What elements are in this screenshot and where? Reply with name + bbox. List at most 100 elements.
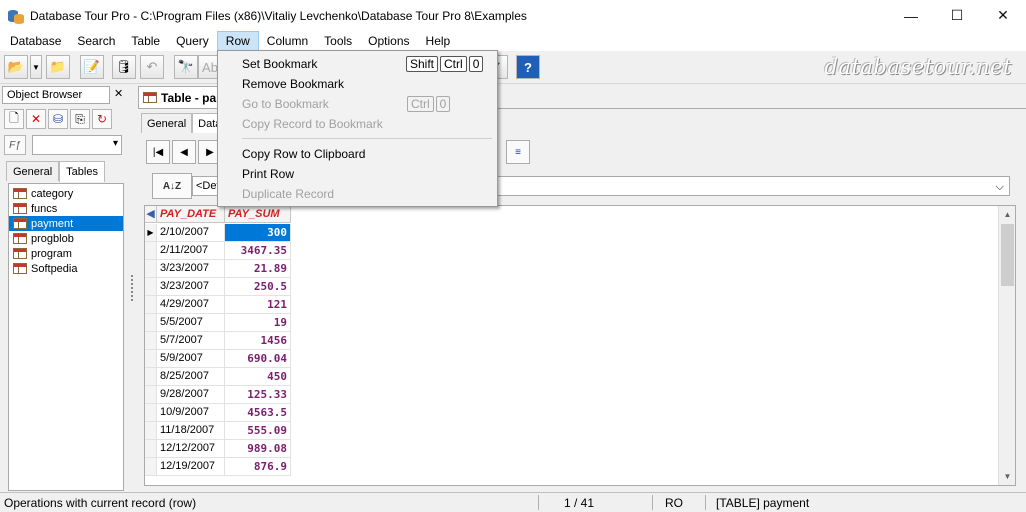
cell-pay-sum[interactable]: 125.33: [225, 386, 291, 404]
table-item-payment[interactable]: payment: [9, 216, 123, 231]
cell-pay-date[interactable]: 3/23/2007: [157, 260, 225, 278]
cell-pay-date[interactable]: 5/7/2007: [157, 332, 225, 350]
data-grid[interactable]: ◀ PAY_DATE PAY_SUM ▶ 2/10/2007 300 2/11/200…: [144, 205, 1016, 486]
delete-icon[interactable]: ✕: [26, 109, 46, 129]
cell-pay-sum[interactable]: 450: [225, 368, 291, 386]
cell-pay-sum[interactable]: 250.5: [225, 278, 291, 296]
scroll-down-icon[interactable]: ▼: [999, 468, 1016, 485]
cell-pay-date[interactable]: 5/9/2007: [157, 350, 225, 368]
cell-pay-sum[interactable]: 300: [225, 224, 291, 242]
menu-tools[interactable]: Tools: [316, 31, 360, 51]
cell-pay-date[interactable]: 3/23/2007: [157, 278, 225, 296]
row-indicator[interactable]: [145, 458, 157, 476]
menu-column[interactable]: Column: [259, 31, 316, 51]
sort-az-icon[interactable]: A↓Z: [152, 173, 192, 199]
row-indicator[interactable]: [145, 386, 157, 404]
row-indicator[interactable]: [145, 422, 157, 440]
cell-pay-sum[interactable]: 3467.35: [225, 242, 291, 260]
row-indicator[interactable]: [145, 296, 157, 314]
table-item-program[interactable]: program: [9, 246, 123, 261]
prior-record-icon[interactable]: ◀: [172, 140, 196, 164]
menu-item-remove-bookmark[interactable]: Remove Bookmark: [242, 74, 492, 94]
ob-tab-tables[interactable]: Tables: [59, 161, 105, 182]
cell-pay-sum[interactable]: 690.04: [225, 350, 291, 368]
cell-pay-sum[interactable]: 555.09: [225, 422, 291, 440]
menu-help[interactable]: Help: [418, 31, 459, 51]
cell-pay-date[interactable]: 2/10/2007: [157, 224, 225, 242]
row-indicator[interactable]: [145, 350, 157, 368]
current-row-indicator-icon[interactable]: ▶: [145, 224, 157, 242]
row-indicator[interactable]: [145, 368, 157, 386]
cell-pay-sum[interactable]: 121: [225, 296, 291, 314]
row-indicator[interactable]: [145, 332, 157, 350]
table-item-progblob[interactable]: progblob: [9, 231, 123, 246]
menu-row[interactable]: Row: [216, 31, 259, 51]
table-row[interactable]: 8/25/2007 450: [145, 368, 291, 386]
table-row[interactable]: 12/12/2007 989.08: [145, 440, 291, 458]
scroll-up-icon[interactable]: ▲: [999, 206, 1016, 223]
menu-database[interactable]: Database: [2, 31, 69, 51]
cell-pay-date[interactable]: 11/18/2007: [157, 422, 225, 440]
cell-pay-date[interactable]: 12/19/2007: [157, 458, 225, 476]
cell-pay-sum[interactable]: 21.89: [225, 260, 291, 278]
filter-icon[interactable]: Fƒ: [4, 135, 26, 155]
database-icon[interactable]: 🛢: [112, 55, 136, 79]
new-object-icon[interactable]: 🗋: [4, 109, 24, 129]
close-button[interactable]: ✕: [980, 0, 1026, 31]
help-icon[interactable]: ?: [516, 55, 540, 79]
menu-query[interactable]: Query: [168, 31, 217, 51]
table-row[interactable]: 10/9/2007 4563.5: [145, 404, 291, 422]
column-header-pay-sum[interactable]: PAY_SUM: [225, 206, 291, 223]
object-browser-close-icon[interactable]: ✕: [114, 87, 123, 100]
table-row[interactable]: 2/11/2007 3467.35: [145, 242, 291, 260]
cell-pay-sum[interactable]: 876.9: [225, 458, 291, 476]
cell-pay-date[interactable]: 12/12/2007: [157, 440, 225, 458]
table-row[interactable]: 11/18/2007 555.09: [145, 422, 291, 440]
menu-table[interactable]: Table: [123, 31, 168, 51]
vertical-scrollbar[interactable]: ▲ ▼: [998, 206, 1015, 485]
menu-item-duplicate-record[interactable]: Duplicate Record: [242, 184, 492, 204]
table-row[interactable]: 5/9/2007 690.04: [145, 350, 291, 368]
column-header-pay-date[interactable]: PAY_DATE: [157, 206, 225, 223]
row-indicator[interactable]: [145, 440, 157, 458]
cell-pay-date[interactable]: 2/11/2007: [157, 242, 225, 260]
table-item-category[interactable]: category: [9, 186, 123, 201]
cell-pay-date[interactable]: 5/5/2007: [157, 314, 225, 332]
cell-pay-sum[interactable]: 19: [225, 314, 291, 332]
cell-pay-sum[interactable]: 989.08: [225, 440, 291, 458]
open-dropdown-arrow-icon[interactable]: ▼: [30, 55, 42, 79]
copy-icon[interactable]: ⎘: [70, 109, 90, 129]
object-filter-combo[interactable]: ▾: [32, 135, 122, 155]
cell-pay-date[interactable]: 10/9/2007: [157, 404, 225, 422]
row-indicator[interactable]: [145, 278, 157, 296]
menu-item-copy-row-to-clipboard[interactable]: Copy Row to Clipboard: [242, 144, 492, 164]
scroll-thumb[interactable]: [1001, 224, 1014, 286]
table-row[interactable]: 12/19/2007 876.9: [145, 458, 291, 476]
notepad-icon[interactable]: 📝: [80, 55, 104, 79]
row-indicator[interactable]: [145, 242, 157, 260]
ob-tab-general[interactable]: General: [6, 161, 60, 181]
panel-splitter[interactable]: [131, 275, 133, 301]
tables-icon[interactable]: ⛁: [48, 109, 68, 129]
cell-pay-date[interactable]: 8/25/2007: [157, 368, 225, 386]
maximize-button[interactable]: ☐: [934, 0, 980, 31]
table-row[interactable]: 4/29/2007 121: [145, 296, 291, 314]
cell-pay-date[interactable]: 9/28/2007: [157, 386, 225, 404]
table-row[interactable]: 9/28/2007 125.33: [145, 386, 291, 404]
open-database-icon[interactable]: 📂: [4, 55, 28, 79]
table-row[interactable]: ▶ 2/10/2007 300: [145, 224, 291, 242]
folder-icon[interactable]: 📁: [46, 55, 70, 79]
row-indicator[interactable]: [145, 260, 157, 278]
cell-pay-sum[interactable]: 1456: [225, 332, 291, 350]
refresh-icon[interactable]: ↻: [92, 109, 112, 129]
table-item-funcs[interactable]: funcs: [9, 201, 123, 216]
minimize-button[interactable]: —: [888, 0, 934, 31]
tab-general[interactable]: General: [141, 113, 193, 133]
row-indicator[interactable]: [145, 314, 157, 332]
table-row[interactable]: 5/5/2007 19: [145, 314, 291, 332]
cell-pay-date[interactable]: 4/29/2007: [157, 296, 225, 314]
menu-item-copy-record-to-bookmark[interactable]: Copy Record to Bookmark: [242, 114, 492, 134]
menu-item-go-to-bookmark[interactable]: Go to Bookmark: [242, 94, 492, 114]
binoculars-icon[interactable]: 🔭: [174, 55, 198, 79]
table-row[interactable]: 3/23/2007 21.89: [145, 260, 291, 278]
